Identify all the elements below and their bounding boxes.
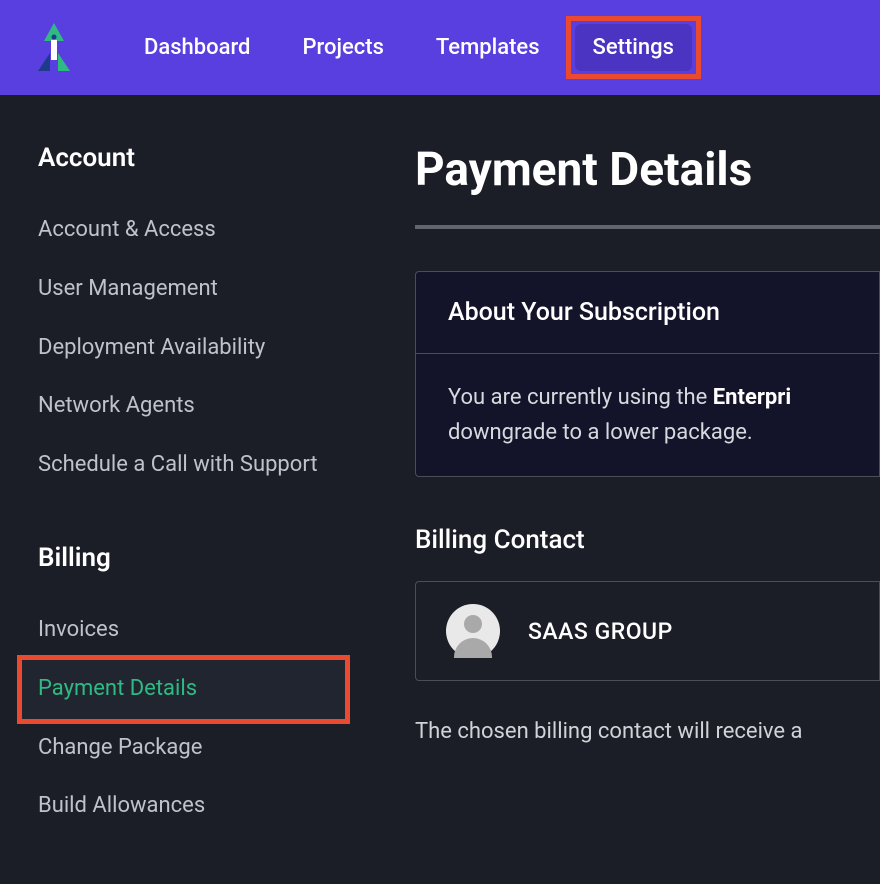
content: Account Account & Access User Management… bbox=[0, 95, 880, 884]
sidebar-billing-title: Billing bbox=[38, 543, 345, 573]
billing-contact-title: Billing Contact bbox=[415, 525, 880, 555]
sidebar-item-schedule-call[interactable]: Schedule a Call with Support bbox=[38, 436, 345, 495]
nav-items: Dashboard Projects Templates Settings bbox=[126, 24, 693, 71]
sidebar-item-user-management[interactable]: User Management bbox=[38, 260, 345, 319]
page-title: Payment Details bbox=[415, 143, 880, 197]
sidebar-item-deployment-availability[interactable]: Deployment Availability bbox=[38, 319, 345, 378]
sidebar-item-build-allowances[interactable]: Build Allowances bbox=[38, 777, 345, 836]
billing-contact-help: The chosen billing contact will receive … bbox=[415, 719, 880, 744]
subscription-text-prefix: You are currently using the bbox=[448, 385, 713, 410]
sidebar-item-payment-details[interactable]: Payment Details bbox=[22, 660, 345, 719]
avatar-icon bbox=[446, 604, 500, 658]
highlight-payment-details: Payment Details bbox=[17, 655, 350, 724]
subscription-plan: Enterpri bbox=[713, 385, 791, 410]
subscription-card: About Your Subscription You are currentl… bbox=[415, 271, 880, 477]
sidebar-item-network-agents[interactable]: Network Agents bbox=[38, 377, 345, 436]
sidebar-item-account-access[interactable]: Account & Access bbox=[38, 201, 345, 260]
subscription-card-body: You are currently using the Enterpri dow… bbox=[416, 354, 879, 476]
billing-contact-card[interactable]: SAAS GROUP bbox=[415, 581, 880, 681]
main: Payment Details About Your Subscription … bbox=[375, 95, 880, 884]
divider bbox=[415, 225, 880, 229]
subscription-card-header: About Your Subscription bbox=[416, 272, 879, 354]
sidebar: Account Account & Access User Management… bbox=[0, 95, 375, 884]
sidebar-item-invoices[interactable]: Invoices bbox=[38, 601, 345, 660]
topbar: Dashboard Projects Templates Settings bbox=[0, 0, 880, 95]
nav-dashboard[interactable]: Dashboard bbox=[126, 24, 268, 71]
nav-projects[interactable]: Projects bbox=[284, 24, 401, 71]
sidebar-account-title: Account bbox=[38, 143, 345, 173]
subscription-text-suffix: downgrade to a lower package. bbox=[448, 420, 753, 445]
logo-icon bbox=[32, 23, 76, 73]
highlight-settings: Settings bbox=[566, 16, 701, 79]
nav-templates[interactable]: Templates bbox=[418, 24, 558, 71]
sidebar-item-change-package[interactable]: Change Package bbox=[38, 719, 345, 778]
billing-contact-name: SAAS GROUP bbox=[528, 618, 673, 645]
nav-settings[interactable]: Settings bbox=[575, 24, 692, 71]
